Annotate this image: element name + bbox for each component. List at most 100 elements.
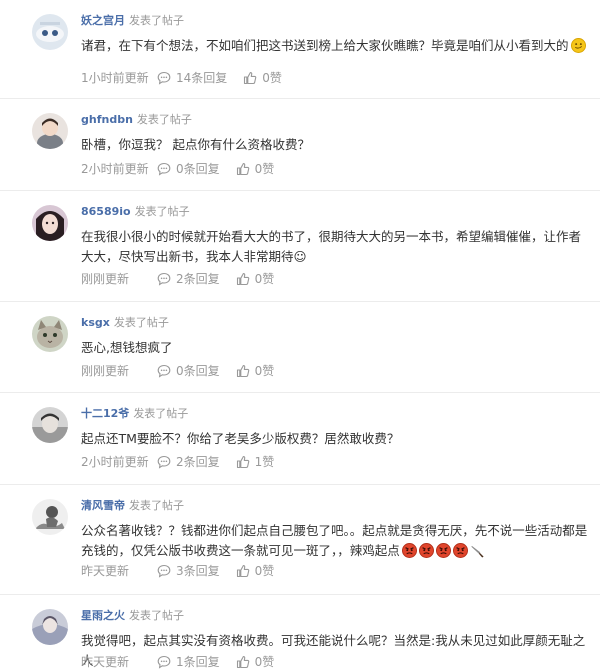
post-meta: ksgx 发表了帖子: [81, 316, 169, 330]
comment-bubble-icon: [157, 162, 171, 176]
post-footer: 刚刚更新 2条回复 0赞: [81, 271, 290, 287]
thumbs-up-icon: [236, 364, 249, 378]
thumbs-up-icon: [236, 564, 249, 578]
reply-button[interactable]: 0条回复: [157, 363, 220, 379]
reply-count: 2条回复: [176, 272, 220, 286]
reply-button[interactable]: 2条回复: [157, 271, 220, 287]
like-count: 1赞: [254, 455, 275, 469]
post-item: ksgx 发表了帖子 恶心,想钱想疯了 刚刚更新 0条回复 0赞: [0, 302, 600, 393]
comment-bubble-icon: [157, 71, 171, 85]
smiley-emoji-icon: [570, 38, 586, 53]
post-content: 恶心,想钱想疯了: [81, 338, 591, 358]
like-button[interactable]: 0赞: [236, 563, 275, 579]
like-count: 0赞: [254, 272, 275, 286]
like-button[interactable]: 1赞: [236, 454, 275, 470]
post-footer: 2小时前更新 2条回复 1赞: [81, 454, 290, 470]
post-meta: 86589io 发表了帖子: [81, 205, 190, 219]
post-action-label: 发表了帖子: [134, 205, 190, 218]
username[interactable]: ksgx: [81, 316, 110, 329]
update-time: 2小时前更新: [81, 162, 149, 176]
post-action-label: 发表了帖子: [129, 609, 184, 622]
username[interactable]: ghfndbn: [81, 113, 133, 126]
post-content: 公众名著收钱？？钱都进你们起点自己腰包了吧。。起点就是贪得无厌，先不说一些活动都…: [81, 521, 591, 561]
thumbs-up-icon: [236, 272, 249, 286]
avatar[interactable]: [32, 205, 68, 241]
like-button[interactable]: 0赞: [236, 654, 275, 670]
update-time: 1小时前更新: [81, 71, 149, 85]
angry-face-emoji-icon: [435, 543, 451, 558]
post-action-label: 发表了帖子: [113, 316, 169, 329]
avatar[interactable]: [32, 316, 68, 352]
avatar[interactable]: [32, 609, 68, 645]
post-text: 恶心,想钱想疯了: [81, 340, 173, 355]
post-text: 在我很小很小的时候就开始看大大的书了，很期待大大的另一本书，希望编辑催催，让作者…: [81, 229, 582, 264]
post-meta: ghfndbn 发表了帖子: [81, 113, 192, 127]
post-content: 诸君，在下有个想法，不如咱们把这书送到榜上给大家伙瞧瞧？毕竟是咱们从小看到大的: [81, 36, 591, 56]
post-footer: 刚刚更新 0条回复 0赞: [81, 363, 290, 379]
post-action-label: 发表了帖子: [129, 499, 184, 512]
like-count: 0赞: [254, 162, 275, 176]
post-footer: 昨天更新 1条回复 0赞: [81, 654, 290, 670]
avatar[interactable]: [32, 499, 68, 535]
like-count: 0赞: [254, 564, 275, 578]
reply-count: 3条回复: [176, 564, 220, 578]
post-meta: 妖之宫月 发表了帖子: [81, 14, 184, 28]
post-action-label: 发表了帖子: [133, 407, 189, 420]
reply-count: 14条回复: [176, 71, 228, 85]
post-footer: 昨天更新 3条回复 0赞: [81, 563, 290, 579]
comment-bubble-icon: [157, 364, 171, 378]
comment-bubble-icon: [157, 455, 171, 469]
reply-button[interactable]: 2条回复: [157, 454, 220, 470]
post-footer: 1小时前更新 14条回复 0赞: [81, 70, 298, 86]
post-text: 诸君，在下有个想法，不如咱们把这书送到榜上给大家伙瞧瞧？毕竟是咱们从小看到大的: [81, 38, 569, 53]
avatar[interactable]: [32, 113, 68, 149]
thumbs-up-icon: [236, 162, 249, 176]
avatar[interactable]: [32, 14, 68, 50]
reply-count: 2条回复: [176, 455, 220, 469]
like-button[interactable]: 0赞: [236, 271, 275, 287]
update-time: 刚刚更新: [81, 364, 130, 378]
like-count: 0赞: [254, 364, 275, 378]
post-item: 清风雪帝 发表了帖子 公众名著收钱？？钱都进你们起点自己腰包了吧。。起点就是贪得无…: [0, 485, 600, 595]
username[interactable]: 妖之宫月: [81, 14, 125, 27]
like-button[interactable]: 0赞: [236, 161, 275, 177]
username[interactable]: 清风雪帝: [81, 499, 125, 512]
reply-button[interactable]: 14条回复: [157, 70, 227, 86]
post-content: 起点还TM要脸不？你给了老吴多少版权费？居然敢收费？: [81, 429, 591, 449]
comment-bubble-icon: [157, 272, 171, 286]
username[interactable]: 十二12爷: [81, 407, 129, 420]
reply-button[interactable]: 3条回复: [157, 563, 220, 579]
update-time: 2小时前更新: [81, 455, 149, 469]
post-item: ghfndbn 发表了帖子 卧槽，你逗我？ 起点你有什么资格收费？ 2小时前更新 …: [0, 99, 600, 191]
username[interactable]: 星雨之火: [81, 609, 125, 622]
angry-face-emoji-icon: [401, 543, 417, 558]
post-meta: 十二12爷 发表了帖子: [81, 407, 188, 421]
post-feed: 妖之宫月 发表了帖子 诸君，在下有个想法，不如咱们把这书送到榜上给大家伙瞧瞧？毕竟…: [0, 0, 600, 671]
knife-emoji-icon: [470, 543, 485, 558]
post-item: 86589io 发表了帖子 在我很小很小的时候就开始看大大的书了，很期待大大的另一…: [0, 191, 600, 302]
post-content: 卧槽，你逗我？ 起点你有什么资格收费？: [81, 135, 591, 155]
post-item: 妖之宫月 发表了帖子 诸君，在下有个想法，不如咱们把这书送到榜上给大家伙瞧瞧？毕竟…: [0, 0, 600, 99]
angry-face-emoji-icon: [452, 543, 468, 558]
thumbs-up-icon: [236, 655, 249, 669]
thumbs-up-icon: [244, 71, 257, 85]
avatar[interactable]: [32, 407, 68, 443]
like-button[interactable]: 0赞: [243, 70, 282, 86]
post-text: 公众名著收钱？？钱都进你们起点自己腰包了吧。。起点就是贪得无厌，先不说一些活动都…: [81, 523, 588, 558]
post-footer: 2小时前更新 0条回复 0赞: [81, 161, 290, 177]
reply-count: 0条回复: [176, 364, 220, 378]
reply-count: 1条回复: [176, 655, 220, 669]
username[interactable]: 86589io: [81, 205, 131, 218]
like-button[interactable]: 0赞: [236, 363, 275, 379]
reply-button[interactable]: 0条回复: [157, 161, 220, 177]
angry-face-emoji-icon: [418, 543, 434, 558]
comment-bubble-icon: [157, 564, 171, 578]
post-action-label: 发表了帖子: [136, 113, 192, 126]
post-content: 在我很小很小的时候就开始看大大的书了，很期待大大的另一本书，希望编辑催催，让作者…: [81, 227, 591, 267]
reply-button[interactable]: 1条回复: [157, 654, 220, 670]
post-text: 起点还TM要脸不？你给了老吴多少版权费？居然敢收费？: [81, 431, 400, 446]
post-meta: 星雨之火 发表了帖子: [81, 609, 184, 623]
update-time: 昨天更新: [81, 655, 130, 669]
comment-bubble-icon: [157, 655, 171, 669]
like-count: 0赞: [254, 655, 275, 669]
